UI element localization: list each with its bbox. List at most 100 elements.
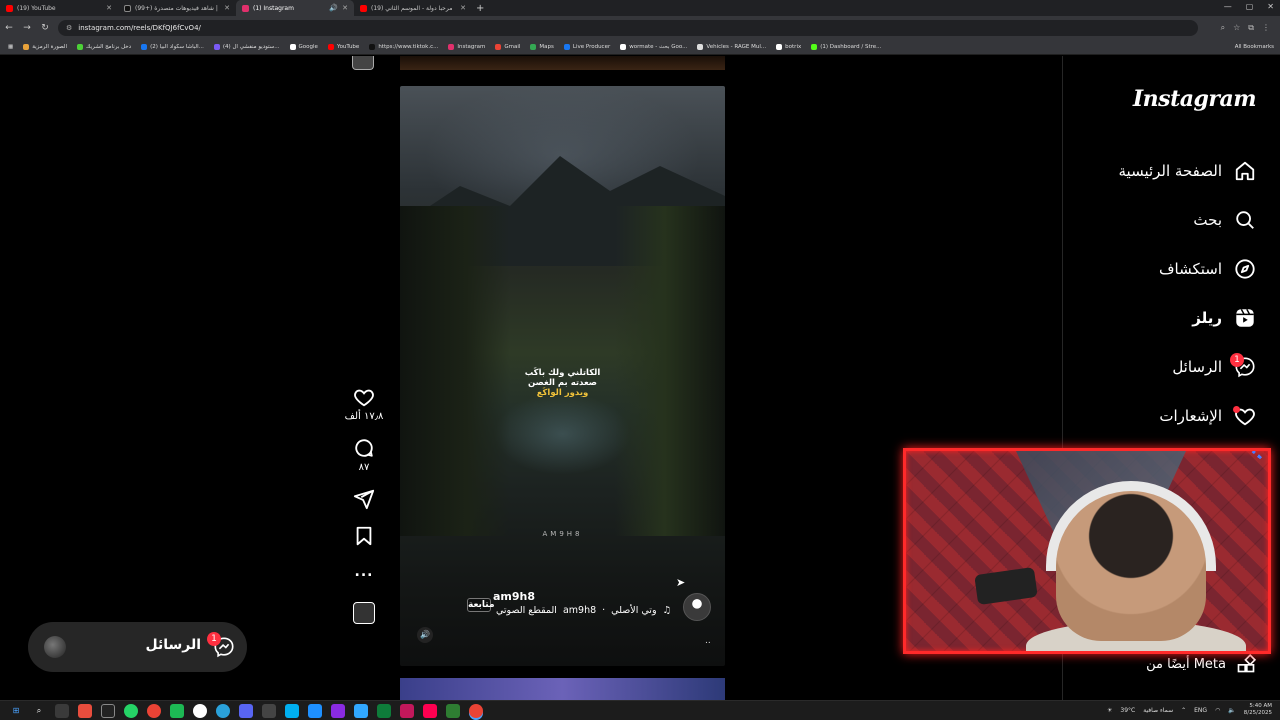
back-icon[interactable]: ←	[0, 23, 18, 33]
bookmark-favicon-icon	[697, 44, 704, 50]
app-icon[interactable]	[308, 703, 322, 718]
tab-youtube-2[interactable]: (19) مرحبا دولة - الموسم الثاني ✕	[354, 0, 472, 16]
author-avatar[interactable]	[683, 593, 711, 621]
url-input[interactable]: ⚙ instagram.com/reels/DKfQJ6fCvO4/	[58, 20, 1198, 36]
previous-reel-preview[interactable]	[400, 56, 725, 70]
sidebar-item-notifications[interactable]: الإشعارات	[1159, 405, 1256, 427]
task-view-icon[interactable]	[55, 703, 69, 718]
app-icon[interactable]	[400, 703, 414, 718]
instagram-logo[interactable]: Instagram	[1133, 86, 1257, 112]
windows-start-icon[interactable]: ⊞	[9, 704, 23, 718]
bookmark-item[interactable]: Live Producer	[563, 44, 610, 50]
site-info-icon[interactable]: ⚙	[66, 24, 72, 32]
whatsapp-icon[interactable]	[124, 703, 138, 718]
bookmark-item[interactable]: Google	[289, 44, 318, 50]
sidebar-item-label: بحث	[1193, 211, 1222, 229]
messages-pill[interactable]: الرسائل 1	[28, 622, 247, 672]
zoom-icon[interactable]: ⌕	[1221, 23, 1225, 33]
photoshop-icon[interactable]	[354, 703, 368, 718]
app-icon[interactable]	[101, 703, 115, 718]
sidebar-item-reels[interactable]: ريلز	[1192, 307, 1256, 329]
extensions-icon[interactable]: ⧉	[1248, 23, 1254, 33]
telegram-icon[interactable]	[216, 703, 230, 718]
audio-thumbnail[interactable]	[353, 602, 375, 624]
app-icon[interactable]	[78, 703, 92, 718]
bookmark-item[interactable]: (1) Dashboard / Stre...	[811, 44, 881, 50]
maximize-icon[interactable]: ▢	[1246, 2, 1254, 11]
bookmark-item[interactable]: Vehicles - RAGE Mul...	[697, 44, 766, 50]
star-icon[interactable]: ☆	[1233, 23, 1240, 33]
bookmark-label: Vehicles - RAGE Mul...	[706, 44, 767, 50]
chrome-icon[interactable]	[147, 703, 161, 718]
volume-icon[interactable]: 🔈	[1228, 707, 1235, 714]
comment-button[interactable]: ٨٧	[353, 437, 375, 473]
bookmark-item[interactable]: (2) الباشا سكواد البيا...	[141, 44, 204, 50]
skype-icon[interactable]	[285, 703, 299, 718]
bookmark-item[interactable]: (4) ستوديو منفشي ال...	[213, 44, 280, 50]
app-icon[interactable]	[377, 703, 391, 718]
next-reel-preview[interactable]	[400, 678, 725, 700]
save-button[interactable]	[353, 525, 375, 547]
follow-button[interactable]: متابعة	[467, 598, 495, 612]
chrome-active-icon[interactable]	[469, 703, 483, 718]
bookmark-item[interactable]: https://www.tiktok.c...	[369, 44, 438, 50]
sidebar-item-search[interactable]: بحث	[1193, 209, 1256, 231]
bookmark-item[interactable]: دخل برنامج الشريك	[77, 44, 131, 50]
more-options-button[interactable]: ...	[355, 564, 374, 580]
bookmark-label: Maps	[539, 44, 554, 50]
tab-tiktok[interactable]: (99+) شاهد فيديوهات متصدرة | ✕	[118, 0, 236, 16]
discord-icon[interactable]	[239, 703, 253, 718]
tiktok-icon[interactable]	[423, 703, 437, 718]
speaker-icon[interactable]: 🔊	[329, 4, 338, 12]
app-icon[interactable]	[170, 703, 184, 718]
like-count: ١٧٫٨ ألف	[344, 411, 384, 422]
bookmark-item[interactable]: botrix	[776, 44, 801, 50]
app-icon[interactable]	[193, 703, 207, 718]
sidebar-item-home[interactable]: الصفحة الرئيسية	[1119, 160, 1257, 182]
close-icon[interactable]: ✕	[224, 4, 230, 12]
all-bookmarks-button[interactable]: All Bookmarks	[1235, 44, 1274, 50]
also-from-meta-link[interactable]: أيضًا من Meta	[1146, 654, 1256, 674]
bookmark-item[interactable]: Gmail	[495, 44, 520, 50]
bookmark-item[interactable]: Maps	[530, 44, 554, 50]
reload-icon[interactable]: ↻	[36, 23, 54, 33]
close-icon[interactable]: ✕	[342, 4, 348, 12]
apps-icon[interactable]: ▦	[8, 44, 13, 50]
new-tab-button[interactable]: +	[476, 3, 484, 14]
forward-icon[interactable]: →	[18, 23, 36, 33]
messages-badge: 1	[207, 632, 221, 646]
tab-youtube[interactable]: (19) YouTube ✕	[0, 0, 118, 16]
app-icon[interactable]	[446, 703, 460, 718]
clock[interactable]: 5:40 AM 8/25/2025	[1244, 703, 1272, 717]
bookmark-item[interactable]: الصورة الرمزية	[23, 44, 67, 50]
lyric-line: صعدته بم الغصن	[528, 378, 597, 388]
like-button[interactable]: ١٧٫٨ ألف	[344, 386, 384, 422]
menu-icon[interactable]: ⋮	[1262, 23, 1270, 33]
premiere-icon[interactable]	[331, 703, 345, 718]
tray-chevron-icon[interactable]: ⌃	[1181, 707, 1186, 714]
bookmark-favicon-icon	[23, 44, 30, 50]
close-icon[interactable]: ✕	[106, 4, 112, 12]
reel-audio[interactable]: ♫ وتي الأصلي · am9h8 المقطع الصوتي	[496, 605, 671, 616]
bookmark-label: https://www.tiktok.c...	[378, 44, 439, 50]
reel-more-dots[interactable]: ..	[705, 636, 711, 646]
minimize-icon[interactable]: —	[1224, 2, 1232, 11]
browser-tab-bar: (19) YouTube ✕ (99+) شاهد فيديوهات متصدر…	[0, 0, 1280, 16]
sidebar-item-explore[interactable]: استكشاف	[1159, 258, 1256, 280]
language-indicator[interactable]: ENG	[1194, 707, 1207, 714]
wifi-icon[interactable]: ◠	[1215, 707, 1220, 714]
close-window-icon[interactable]: ✕	[1267, 2, 1274, 11]
tab-instagram[interactable]: (1) Instagram 🔊 ✕	[236, 0, 354, 16]
reel-video[interactable]: الكاتلني ولك باكَب صعدته بم الغصن ويدور …	[400, 86, 725, 666]
close-icon[interactable]: ✕	[460, 4, 466, 12]
bookmark-item[interactable]: YouTube	[327, 44, 359, 50]
previous-reel-audio-thumb[interactable]	[352, 56, 374, 70]
sidebar-item-label: استكشاف	[1158, 260, 1222, 278]
share-button[interactable]	[353, 488, 375, 510]
bookmark-item[interactable]: Instagram	[448, 44, 485, 50]
obs-icon[interactable]	[262, 703, 276, 718]
volume-icon[interactable]: 🔊	[417, 627, 433, 643]
search-icon[interactable]: ⌕	[32, 704, 46, 718]
bookmark-item[interactable]: wormate - بحث Goo...	[620, 44, 687, 50]
reel-author-name[interactable]: am9h8	[493, 590, 535, 603]
